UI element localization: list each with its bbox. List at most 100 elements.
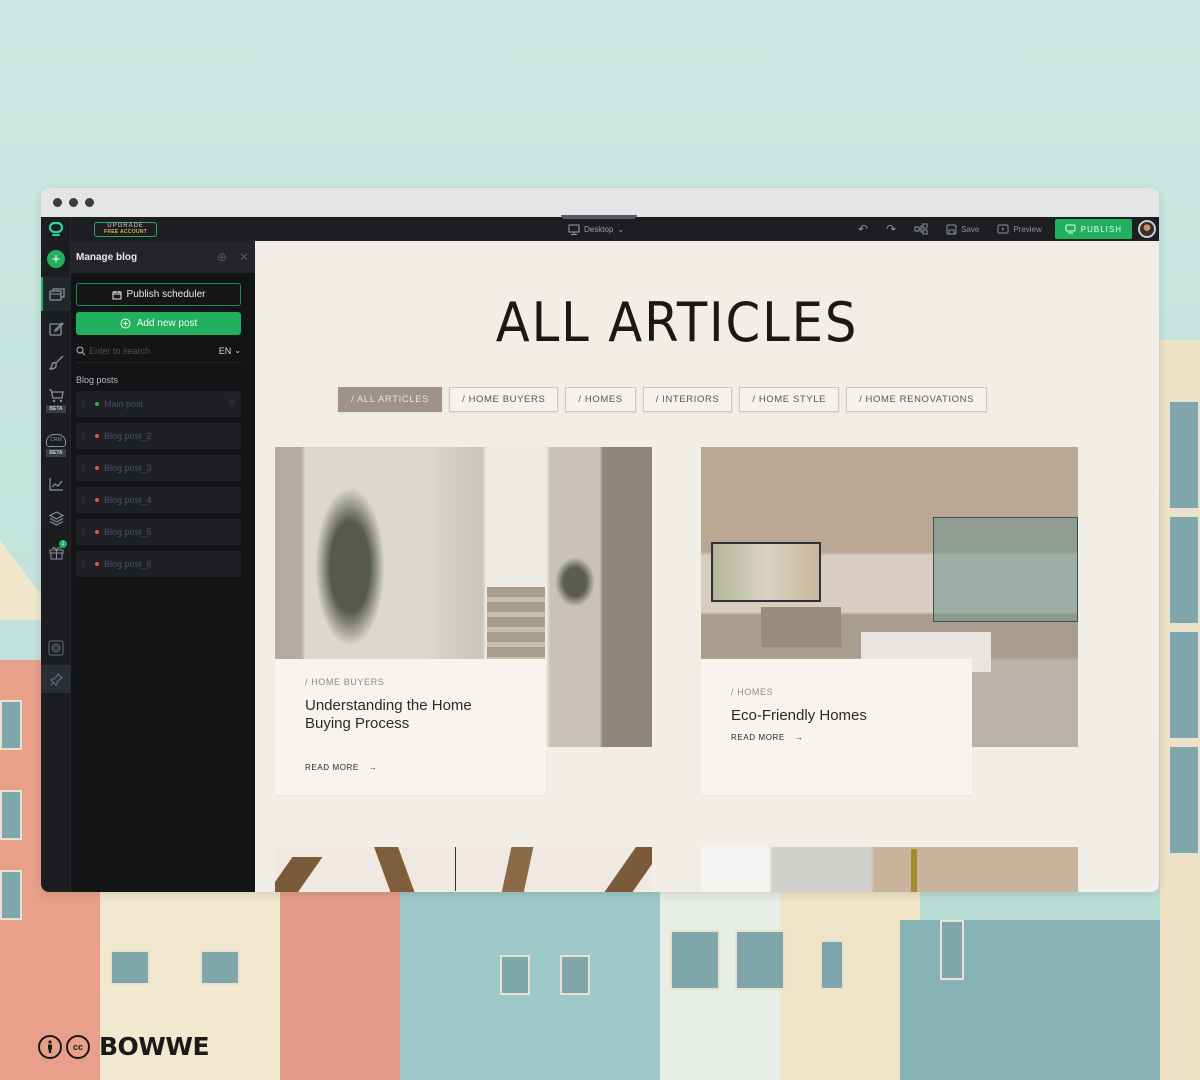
rail-add-button[interactable]: + — [41, 241, 71, 277]
add-new-post-label: Add new post — [136, 318, 198, 329]
cc-license-icon: cc — [66, 1034, 90, 1059]
filter-chip[interactable]: / ALL ARTICLES — [338, 387, 443, 412]
rail-item-help[interactable] — [41, 631, 71, 665]
rail-item-design[interactable] — [41, 345, 71, 379]
website-canvas: ALL ARTICLES / ALL ARTICLES / HOME BUYERS… — [255, 241, 1159, 892]
browser-window: UPGRADE FREE ACCOUNT Desktop ⌄ ↶ ↷ Save … — [41, 188, 1159, 892]
post-title: Blog post_5 — [104, 527, 152, 537]
save-icon — [946, 224, 957, 234]
status-dot — [95, 498, 99, 502]
blog-post-item[interactable]: ⁞⁞ Blog post_5 — [76, 519, 241, 545]
brand-footer: cc BOWWE — [38, 1032, 210, 1061]
left-icon-rail: + BETA CRM BETA 1 — [41, 241, 71, 892]
read-more-label: READ MORE — [731, 733, 785, 742]
add-icon: + — [47, 250, 65, 268]
rail-item-edit[interactable] — [41, 311, 71, 345]
article-card[interactable]: / HOMES Eco-Friendly Homes READ MORE → — [701, 659, 972, 795]
notification-badge: 1 — [59, 540, 67, 548]
status-dot — [95, 402, 99, 406]
read-more-label: READ MORE — [305, 763, 359, 772]
help-icon — [48, 640, 64, 656]
save-label: Save — [961, 224, 980, 234]
preview-label: Preview — [1013, 224, 1042, 234]
article-card[interactable]: / HOME BUYERS Understanding the Home Buy… — [275, 659, 546, 795]
blog-post-item[interactable]: ⁞⁞ Blog post_4 — [76, 487, 241, 513]
analytics-icon — [48, 478, 63, 491]
manage-blog-panel: Manage blog ⊕ ✕ Publish scheduler Add ne… — [71, 241, 255, 892]
save-button[interactable]: Save — [946, 224, 979, 235]
rail-item-shop[interactable]: BETA — [41, 379, 71, 423]
drag-handle-icon[interactable]: ⁞⁞ — [81, 431, 93, 441]
rail-item-layers[interactable] — [41, 501, 71, 535]
filter-chip[interactable]: / HOME RENOVATIONS — [846, 387, 988, 412]
beta-badge: BETA — [46, 448, 66, 457]
drag-handle-icon[interactable]: ⁞⁞ — [81, 559, 93, 569]
category-filters: / ALL ARTICLES / HOME BUYERS / HOMES / INTE… — [338, 387, 988, 412]
panel-title: Manage blog — [76, 251, 138, 263]
panel-header: Manage blog ⊕ ✕ — [71, 241, 255, 273]
close-icon[interactable]: ✕ — [239, 250, 249, 264]
article-title[interactable]: Understanding the Home Buying Process — [305, 697, 516, 733]
edit-icon — [48, 321, 64, 336]
undo-icon[interactable]: ↶ — [858, 222, 868, 236]
monitor-icon — [1065, 224, 1076, 234]
post-title: Blog post_6 — [104, 559, 152, 569]
filter-chip[interactable]: / HOME STYLE — [739, 387, 840, 412]
drag-handle-icon[interactable]: ⁞⁞ — [81, 463, 93, 473]
preview-button[interactable]: Preview — [997, 224, 1042, 235]
article-category: / HOME BUYERS — [305, 677, 385, 687]
language-selector[interactable]: EN ⌄ — [219, 346, 241, 356]
bowwe-logo-icon[interactable] — [41, 217, 71, 241]
blog-post-item[interactable]: ⁞⁞ Blog post_3 — [76, 455, 241, 481]
drag-handle-icon[interactable]: ⁞⁞ — [81, 399, 93, 409]
sitemap-icon[interactable] — [914, 223, 928, 235]
calendar-icon — [112, 290, 122, 299]
blog-post-item[interactable]: ⁞⁞ Blog post_2 — [76, 423, 241, 449]
editor-toolbar: UPGRADE FREE ACCOUNT Desktop ⌄ ↶ ↷ Save … — [41, 215, 1159, 241]
rail-item-pin[interactable] — [41, 665, 71, 693]
device-selector[interactable]: Desktop ⌄ — [568, 217, 624, 241]
globe-icon[interactable]: ⊕ — [217, 250, 227, 264]
add-new-post-button[interactable]: Add new post — [76, 312, 241, 335]
user-avatar[interactable] — [1138, 220, 1156, 238]
window-maximize-dot[interactable] — [85, 198, 94, 207]
page-title: ALL ARTICLES — [495, 291, 859, 354]
article-image[interactable] — [701, 847, 1078, 892]
plus-circle-icon — [120, 318, 131, 329]
rail-item-gifts[interactable]: 1 — [41, 535, 71, 569]
blog-post-item[interactable]: ⁞⁞ Main post ⌂ — [76, 391, 241, 417]
pin-icon — [49, 672, 63, 686]
article-image[interactable] — [275, 847, 652, 892]
window-minimize-dot[interactable] — [69, 198, 78, 207]
arrow-right-icon: → — [794, 733, 804, 742]
chevron-down-icon: ⌄ — [234, 346, 241, 355]
window-close-dot[interactable] — [53, 198, 62, 207]
publish-scheduler-label: Publish scheduler — [126, 289, 206, 300]
search-input[interactable] — [89, 345, 189, 356]
read-more-link[interactable]: READ MORE → — [731, 733, 942, 742]
drag-handle-icon[interactable]: ⁞⁞ — [81, 495, 93, 505]
rail-item-crm[interactable]: CRM BETA — [41, 423, 71, 467]
upgrade-button[interactable]: UPGRADE FREE ACCOUNT — [94, 221, 158, 237]
redo-icon[interactable]: ↷ — [886, 222, 896, 236]
rail-item-analytics[interactable] — [41, 467, 71, 501]
status-dot — [95, 466, 99, 470]
article-title[interactable]: Eco-Friendly Homes — [731, 707, 942, 725]
publish-button[interactable]: PUBLISH — [1054, 219, 1132, 239]
filter-chip[interactable]: / INTERIORS — [642, 387, 733, 412]
read-more-link[interactable]: READ MORE → — [305, 763, 516, 772]
arrow-right-icon: → — [368, 763, 378, 772]
language-label: EN — [218, 345, 232, 356]
blog-posts-heading: Blog posts — [76, 375, 119, 385]
brush-icon — [48, 355, 63, 370]
filter-chip[interactable]: / HOME BUYERS — [449, 387, 559, 412]
bowwe-logo: BOWWE — [99, 1032, 210, 1061]
filter-chip[interactable]: / HOMES — [565, 387, 636, 412]
rail-item-blog[interactable] — [41, 277, 71, 311]
cc-attribution-icon — [38, 1034, 62, 1059]
article-category: / HOMES — [731, 687, 774, 697]
beta-badge: BETA — [46, 405, 66, 413]
drag-handle-icon[interactable]: ⁞⁞ — [81, 527, 93, 537]
publish-scheduler-button[interactable]: Publish scheduler — [76, 283, 241, 306]
blog-post-item[interactable]: ⁞⁞ Blog post_6 — [76, 551, 241, 577]
